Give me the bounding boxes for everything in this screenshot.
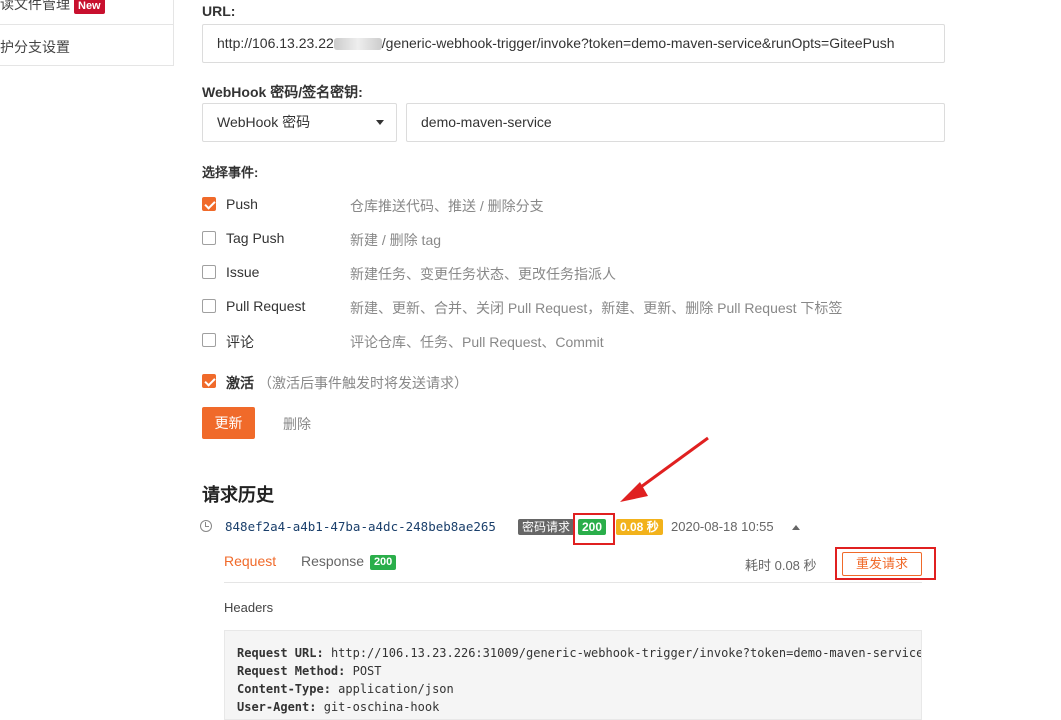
sidebar-item-label: 读文件管理 (0, 0, 70, 12)
tab-response[interactable]: Response 200 (301, 553, 397, 570)
headers-label: Headers (224, 600, 274, 615)
history-title: 请求历史 (202, 485, 274, 505)
secret-type-value: WebHook 密码 (217, 114, 311, 130)
sidebar-divider (0, 24, 173, 25)
sidebar-item-label: 护分支设置 (0, 39, 70, 55)
event-name: Tag Push (226, 230, 285, 246)
delete-button[interactable]: 删除 (283, 414, 311, 434)
active-label: 激活 (226, 375, 254, 391)
tab-request[interactable]: Request (224, 553, 276, 569)
collapse-caret-icon[interactable] (792, 525, 800, 530)
comment-checkbox[interactable] (202, 333, 216, 347)
request-response-tabs: Request Response 200 耗时 0.08 秒 重发请求 (224, 550, 922, 583)
request-date: 2020-08-18 10:55 (671, 519, 774, 534)
duration-badge: 0.08 秒 (616, 519, 663, 535)
sidebar-item-branch-settings[interactable]: 护分支设置 (0, 37, 70, 57)
header-line: User-Agent: git-oschina-hook (237, 700, 440, 714)
request-type-badge: 密码请求 (518, 519, 575, 535)
events-label: 选择事件: (202, 165, 259, 180)
event-name: Pull Request (226, 298, 306, 314)
highlight-box-resend (835, 547, 936, 580)
event-desc: 新建、更新、合并、关闭 Pull Request，新建、更新、删除 Pull R… (350, 300, 843, 316)
event-desc: 新建 / 删除 tag (350, 232, 442, 248)
new-badge: New (74, 0, 105, 14)
update-button[interactable]: 更新 (202, 407, 255, 439)
header-line: Content-Type: application/json (237, 682, 454, 696)
event-name: Issue (226, 264, 260, 280)
pull-request-checkbox[interactable] (202, 299, 216, 313)
url-prefix: http://106.13.23.22 (217, 35, 334, 51)
header-line: Request URL: http://106.13.23.226:31009/… (237, 646, 922, 660)
request-id: 848ef2a4-a4b1-47ba-a4dc-248beb8ae265 (225, 519, 496, 534)
event-desc: 仓库推送代码、推送 / 删除分支 (350, 198, 544, 214)
highlight-box-status (573, 513, 615, 545)
clock-icon (200, 520, 212, 532)
secret-input[interactable]: demo-maven-service (406, 103, 945, 142)
sidebar-item-file-management[interactable]: 读文件管理 New (0, 0, 105, 14)
event-name: Push (226, 196, 258, 212)
tab-response-label: Response (301, 553, 365, 569)
secret-value: demo-maven-service (421, 114, 552, 130)
push-checkbox[interactable] (202, 197, 216, 211)
headers-code-block: Request URL: http://106.13.23.226:31009/… (224, 630, 922, 720)
active-checkbox[interactable] (202, 374, 216, 388)
event-desc: 新建任务、变更任务状态、更改任务指派人 (350, 266, 616, 282)
header-line: Request Method: POST (237, 664, 382, 678)
tag-push-checkbox[interactable] (202, 231, 216, 245)
url-input[interactable]: http://106.13.23.22/generic-webhook-trig… (202, 24, 945, 63)
active-hint: （激活后事件触发时将发送请求） (258, 375, 468, 391)
issue-checkbox[interactable] (202, 265, 216, 279)
url-label: URL: (202, 3, 236, 19)
chevron-down-icon (376, 120, 384, 125)
elapsed-time: 耗时 0.08 秒 (745, 558, 817, 573)
redacted-segment (333, 38, 382, 51)
secret-label: WebHook 密码/签名密钥: (202, 84, 363, 100)
sidebar: 读文件管理 New 护分支设置 (0, 0, 174, 66)
event-name: 评论 (226, 334, 254, 350)
secret-type-select[interactable]: WebHook 密码 (202, 103, 397, 142)
response-status-badge: 200 (369, 555, 397, 570)
event-desc: 评论仓库、任务、Pull Request、Commit (350, 334, 604, 350)
url-suffix: /generic-webhook-trigger/invoke?token=de… (381, 35, 895, 51)
